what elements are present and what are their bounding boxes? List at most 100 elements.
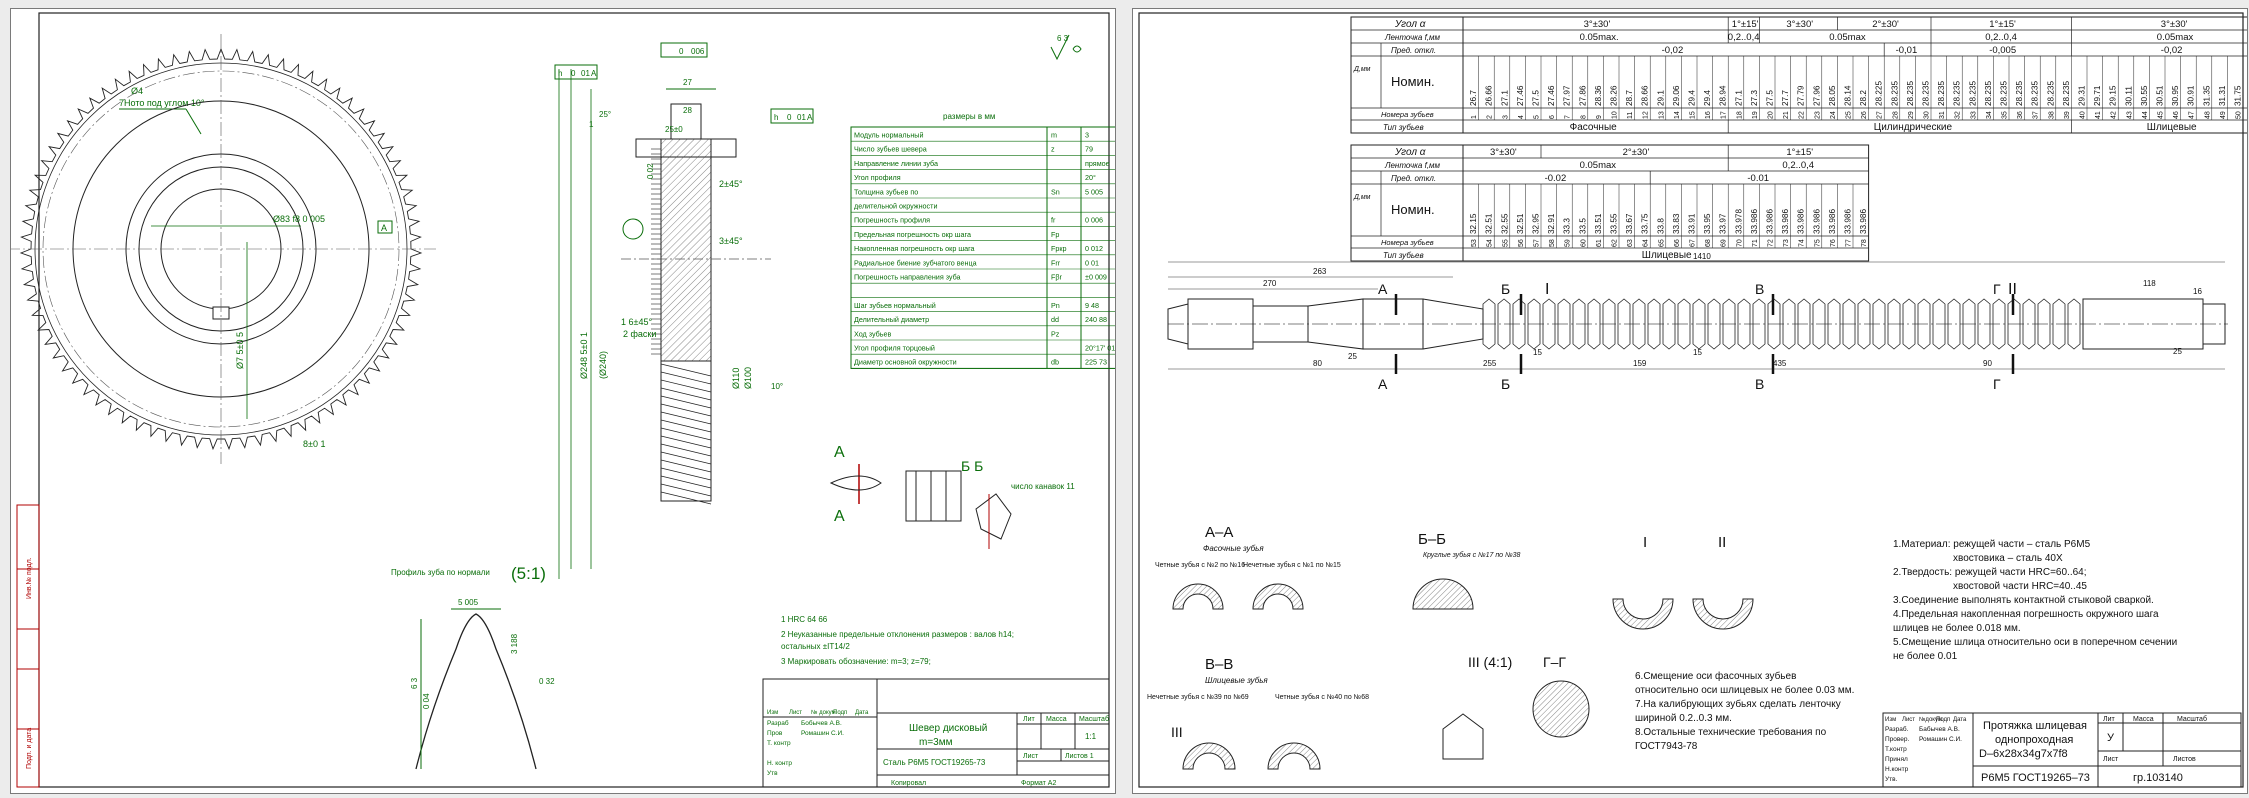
- svg-text:Шлицевые зубья: Шлицевые зубья: [1205, 676, 1268, 685]
- note-1: 1 HRC 64 66: [781, 615, 828, 624]
- detail-i: I: [1643, 534, 1647, 551]
- note-line: хвостовика – сталь 40Х: [1953, 553, 2063, 564]
- tooth-number: 22: [1799, 111, 1806, 119]
- tooth-diameter: 33.5: [1578, 218, 1587, 234]
- note-line: 1.Материал: режущей части – сталь Р6М5: [1893, 539, 2091, 550]
- svg-text:Круглые зубья с №17 по №38: Круглые зубья с №17 по №38: [1423, 551, 1520, 559]
- svg-text:006: 006: [691, 47, 705, 56]
- param-name: Направление линии зуба: [854, 159, 938, 168]
- tooth-diameter: 27.86: [1578, 85, 1587, 106]
- row-angle-label: Угол α: [1394, 19, 1426, 30]
- tooth-number: 31: [1939, 111, 1946, 119]
- tooth-diameter: 29.15: [2109, 85, 2118, 106]
- tooth-diameter: 27.1: [1500, 90, 1509, 106]
- left-title-2: m=3мм: [919, 737, 953, 748]
- param-name: Число зубьев шевера: [854, 145, 927, 154]
- left-tb-col: Дата: [855, 710, 869, 716]
- tooth-diameter: 30.51: [2156, 85, 2165, 106]
- svg-text:III: III: [1171, 724, 1183, 740]
- tooth-diameter: 29.4: [1688, 90, 1697, 106]
- tooth-diameter: 33.8: [1656, 218, 1665, 234]
- inner-frame: [38, 12, 1110, 788]
- nom-label: Номин.: [1391, 202, 1435, 217]
- tooth-number: 5: [1534, 115, 1541, 119]
- svg-text:A: A: [807, 113, 813, 122]
- tooth-number: 23: [1814, 111, 1821, 119]
- svg-text:01: 01: [581, 69, 590, 78]
- tooth-diameter: 30.91: [2187, 85, 2196, 106]
- band-value: 0,2..0,4: [1728, 32, 1760, 43]
- svg-text:0: 0: [679, 47, 684, 56]
- tooth-diameter: 26.7: [1469, 90, 1478, 106]
- tooth-number: 37: [2033, 111, 2040, 119]
- tooth-diameter: 28.225: [1875, 81, 1884, 106]
- right-tb-person: Бабычев А.В.: [1919, 725, 1960, 733]
- tooth-number: 14: [1674, 111, 1681, 119]
- note-2b: остальных ±IT14/2: [781, 642, 850, 651]
- note-line: 2.Твердость: режущей части HRC=60..64;: [1893, 567, 2087, 578]
- tooth-diameter: 32.91: [1547, 213, 1556, 234]
- param-value: 240 88: [1085, 315, 1107, 324]
- svg-text:Масштаб: Масштаб: [1079, 715, 1109, 723]
- tooth-number: 18: [1736, 111, 1743, 119]
- tooth-number: 43: [2126, 111, 2133, 119]
- left-tb-role: Утв: [767, 770, 778, 777]
- param-name: Угол профиля: [854, 173, 901, 182]
- tooth-number: 28: [1892, 111, 1899, 119]
- tooth-diameter: 27.97: [1563, 85, 1572, 106]
- tooth-number: 33: [1970, 111, 1977, 119]
- row-num-label: Номера зубьев: [1381, 110, 1434, 119]
- param-header: размеры в мм: [943, 112, 995, 121]
- dim-435: 435: [1773, 359, 1787, 368]
- tooth-diameter: 28.05: [1828, 85, 1837, 106]
- tooth-diameter: 26.66: [1485, 85, 1494, 106]
- dim-15a: 15: [1533, 348, 1542, 357]
- detail-iii: III (4:1): [1468, 654, 1512, 670]
- tooth-diameter: 33.986: [1750, 209, 1759, 234]
- tooth-diameter: 33.51: [1594, 213, 1603, 234]
- tooth-number: 63: [1627, 239, 1634, 247]
- param-name: Накопленная погрешность окр шага: [854, 244, 975, 253]
- param-value: 5 005: [1085, 187, 1103, 196]
- svg-text:Лист: Лист: [2103, 756, 2119, 763]
- tooth-number: 7: [1565, 115, 1572, 119]
- tooth-diameter: 33.91: [1688, 213, 1697, 234]
- tooth-diameter: 29.31: [2078, 85, 2087, 106]
- tooth-number: 61: [1596, 239, 1603, 247]
- svg-text:01: 01: [797, 113, 806, 122]
- tooth-number: 6: [1549, 115, 1556, 119]
- tooth-diameter: 30.95: [2171, 85, 2180, 106]
- right-tb-col: Подп: [1936, 717, 1950, 723]
- tooth-number: 57: [1534, 239, 1541, 247]
- profile-h2: 6 3: [410, 677, 419, 689]
- tooth-number: 17: [1721, 111, 1728, 119]
- section-gg: Г–Г: [1543, 654, 1566, 670]
- note-2: 2 Неуказанные предельные отклонения разм…: [781, 630, 1014, 639]
- tooth-diameter: 33.986: [1812, 209, 1821, 234]
- row-type-label: Тип зубьев: [1383, 251, 1424, 260]
- right-group: гр.103140: [2133, 772, 2183, 784]
- band-value: 0.05max: [1829, 32, 1866, 43]
- param-symbol: Sn: [1051, 187, 1060, 196]
- tooth-number: 48: [2204, 111, 2211, 119]
- broach-notes-top: 1.Материал: режущей части – сталь Р6М5 хв…: [1893, 539, 2177, 662]
- tooth-diameter: 27.46: [1516, 85, 1525, 106]
- row-tol-label: Пред. откл.: [1391, 46, 1436, 55]
- svg-text:Масса: Масса: [1046, 716, 1067, 723]
- right-tb-col: Лист: [1902, 717, 1915, 723]
- left-tb-person: Ромашин С.И.: [801, 730, 844, 737]
- svg-text:Лист: Лист: [1023, 753, 1039, 760]
- svg-text:Листов 1: Листов 1: [1065, 753, 1094, 760]
- param-symbol: Frr: [1051, 258, 1061, 267]
- right-tb-col: Изм: [1885, 717, 1896, 723]
- param-symbol: Pn: [1051, 301, 1060, 310]
- tooth-number: 73: [1783, 239, 1790, 247]
- tooth-diameter: 33.95: [1703, 213, 1712, 234]
- left-tb-person: Бобычев А.В.: [801, 719, 842, 727]
- tooth-number: 2: [1487, 115, 1494, 119]
- note-line: 3.Соединение выполнять контактной стыков…: [1893, 595, 2154, 606]
- tooth-diameter: 33.986: [1797, 209, 1806, 234]
- svg-text:Масса: Масса: [2133, 716, 2154, 723]
- tooth-diameter: 28.7: [1625, 90, 1634, 106]
- tooth-diameter: 33.986: [1766, 209, 1775, 234]
